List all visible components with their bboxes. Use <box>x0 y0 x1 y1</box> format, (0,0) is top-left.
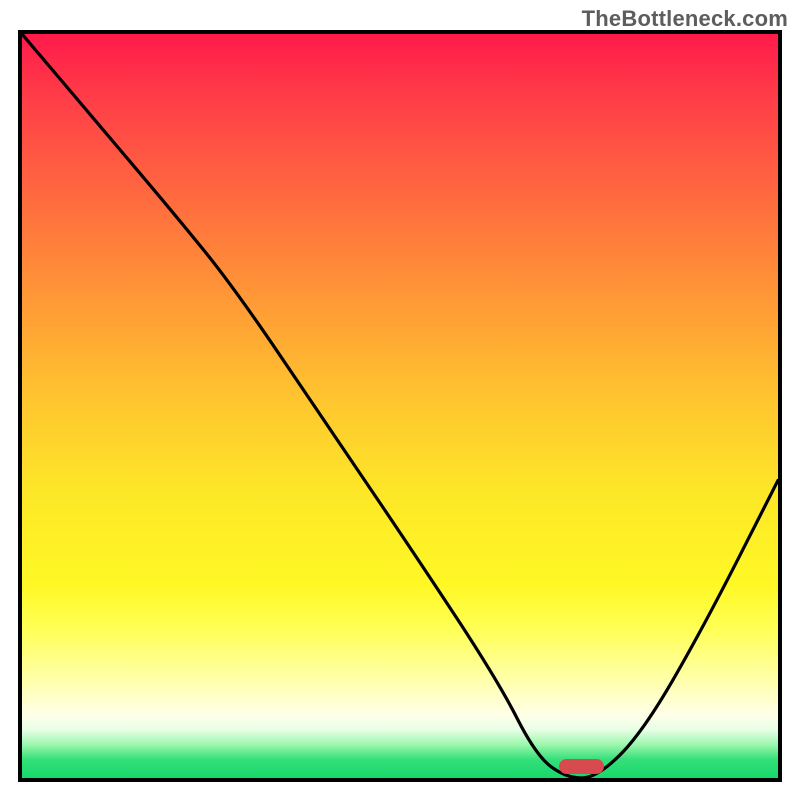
optimal-zone-marker <box>559 759 604 774</box>
watermark-text: TheBottleneck.com <box>582 6 788 32</box>
chart-container: TheBottleneck.com <box>0 0 800 800</box>
plot-area <box>18 30 782 782</box>
bottleneck-curve <box>22 34 778 778</box>
